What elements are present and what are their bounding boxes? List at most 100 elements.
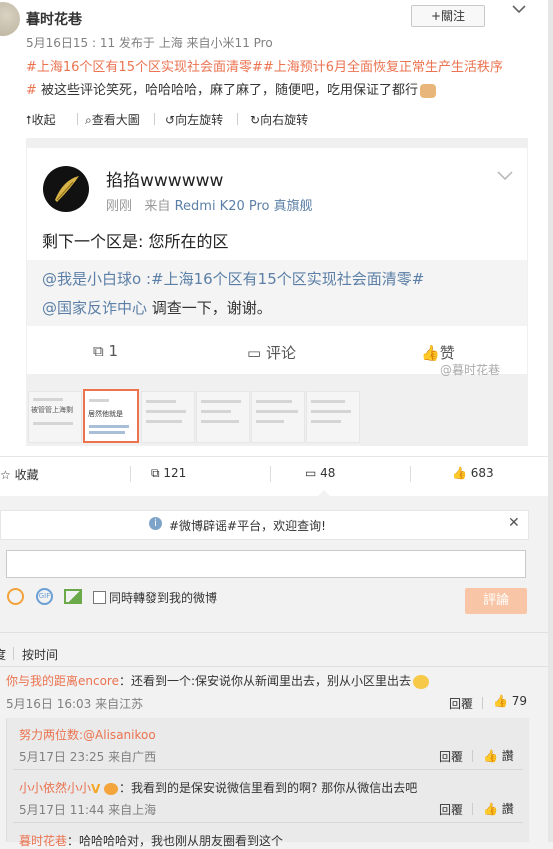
- favorite-button[interactable]: ☆ 收藏: [0, 466, 39, 483]
- action-divider: [130, 466, 131, 482]
- comment-text: ：还看到一个:保安说你从新闻里出去，别从小区里出去: [118, 674, 412, 688]
- reply-separator: [13, 769, 523, 770]
- comment-icon: ▭: [247, 344, 262, 362]
- chevron-down-icon[interactable]: [511, 3, 527, 15]
- image-content-text: 剩下一个区是: 您所在的区: [42, 232, 229, 251]
- vip-badge-icon: V: [91, 781, 101, 796]
- comment-like-button[interactable]: 👍 79: [493, 694, 527, 708]
- collapse-button[interactable]: ⭡收起: [26, 111, 56, 128]
- page-scrollbar[interactable]: [548, 0, 553, 842]
- reply-text: ：我看到的是保安说微信里看到的啊? 那你从微信出去吧: [119, 781, 418, 795]
- action-divider: [410, 466, 411, 482]
- reply-time: 5月17日 23:25 来自广西: [19, 750, 157, 764]
- reply-item-partial: 暮时花巷：哈哈哈哈对，我也刚从朋友圈看到这个: [19, 832, 283, 849]
- toolbar-divider: [237, 113, 238, 125]
- view-large-button[interactable]: ⌕查看大圖: [85, 111, 140, 128]
- sort-divider-vertical: [13, 647, 14, 660]
- sort-by-time[interactable]: 按时间: [22, 646, 58, 663]
- thumbnail-1[interactable]: 被管管上海剩: [28, 391, 82, 443]
- image-user-meta: 刚刚 来自 Redmi K20 Pro 真旗舰: [106, 199, 313, 214]
- thumbs-up-icon: 👍: [452, 466, 467, 480]
- thumbnail-2-selected[interactable]: 居然他就是: [83, 389, 139, 443]
- reply-like-button[interactable]: 👍 讚: [483, 747, 514, 764]
- post-text-line2: # 被这些评论笑死，哈哈哈哈，麻了麻了，随便吧，吃用保证了都行: [26, 79, 437, 98]
- image-watermark: @暮时花巷: [440, 363, 501, 377]
- rotate-right-icon: ↻: [250, 113, 261, 127]
- comment-item: 你与我的距离encore：还看到一个:保安说你从新闻里出去，别从小区里出去: [6, 672, 430, 689]
- action-divider: [270, 466, 271, 482]
- rotate-right-button[interactable]: ↻向右旋转: [250, 111, 308, 128]
- emoji-icon: [420, 83, 437, 98]
- search-icon: ⌕: [85, 113, 92, 127]
- toolbar-divider: [154, 113, 155, 125]
- reply-time: 5月17日 11:44 来自上海: [19, 803, 157, 817]
- emoji-button-icon[interactable]: [7, 588, 24, 605]
- comment-author[interactable]: 你与我的距离encore: [6, 674, 119, 688]
- replies-box: 努力两位数:@Alisanikoo 5月17日 23:25 来自广西 回覆 👍 …: [6, 718, 529, 848]
- image-quote-box: @我是小白球o :#上海16个区有15个区实现社会面清零# @国家反诈中心 调查…: [27, 260, 527, 326]
- image-user-name: 掐掐wwwwww: [106, 171, 224, 191]
- author-avatar[interactable]: [0, 2, 20, 36]
- comment-reply-divider: [482, 697, 483, 709]
- image-comment: ▭ 评论: [247, 344, 296, 362]
- author-name[interactable]: 暮时花巷: [26, 9, 82, 29]
- image-quote-line1: @我是小白球o :#上海16个区有15个区实现社会面清零#: [42, 270, 425, 288]
- comment-icon: ▭: [305, 466, 317, 480]
- like-button[interactable]: 👍 683: [452, 466, 494, 480]
- repost-checkbox[interactable]: [93, 591, 106, 604]
- thumbnail-3[interactable]: [141, 391, 195, 443]
- laugh-emoji-icon: [413, 674, 430, 689]
- toolbar-divider: [77, 113, 78, 125]
- submit-comment-button[interactable]: 評論: [465, 588, 527, 614]
- repost-icon: ⧉: [151, 466, 160, 480]
- reply-reply-button[interactable]: 回覆: [439, 748, 463, 765]
- reply-like-button[interactable]: 👍 讚: [483, 800, 514, 817]
- post-hashtags[interactable]: #上海16个区有15个区实现社会面清零##上海预计6月全面恢复正常生产生活秩序: [26, 56, 503, 75]
- reply-mention[interactable]: :@Alisanikoo: [79, 728, 156, 742]
- reply-item: 小小依然小小V ：我看到的是保安说微信里看到的啊? 那你从微信出去吧: [19, 779, 417, 796]
- notice-text[interactable]: #微博辟谣#平台，欢迎查询!: [169, 517, 326, 534]
- follow-button[interactable]: +關注: [411, 5, 485, 27]
- post-meta: 5月16日15 : 11 发布于 上海 来自小米11 Pro: [26, 36, 273, 50]
- image-button-icon[interactable]: [64, 589, 82, 604]
- reply-reply-button[interactable]: 回覆: [439, 801, 463, 818]
- thumbs-up-icon: 👍: [421, 344, 440, 362]
- repost-button[interactable]: ⧉ 121: [151, 466, 186, 481]
- reply-divider: [472, 803, 473, 815]
- reply-separator: [13, 822, 523, 823]
- comment-reply-button[interactable]: 回覆: [449, 695, 473, 712]
- reply-divider: [472, 750, 473, 762]
- notice-banner: i #微博辟谣#平台，欢迎查询! ✕: [0, 510, 529, 540]
- emoji-icon: [104, 782, 119, 795]
- sort-by-popularity[interactable]: 度: [0, 646, 6, 663]
- reply-author[interactable]: 努力两位数: [19, 728, 79, 742]
- image-like: 👍赞: [421, 344, 455, 362]
- repost-icon: ⧉: [93, 342, 104, 360]
- thumbs-up-icon: 👍: [493, 694, 508, 708]
- rotate-left-icon: ↺: [165, 113, 176, 127]
- comment-button[interactable]: ▭ 48: [305, 466, 335, 480]
- post-tag-fragment[interactable]: #: [26, 83, 37, 98]
- reply-item: 努力两位数:@Alisanikoo: [19, 726, 156, 743]
- reply-author[interactable]: 暮时花巷: [19, 834, 67, 848]
- star-icon: ☆: [0, 468, 11, 482]
- image-quote-line2: @国家反诈中心 调查一下，谢谢。: [42, 299, 272, 317]
- close-icon[interactable]: ✕: [508, 515, 520, 531]
- rotate-left-button[interactable]: ↺向左旋转: [165, 111, 223, 128]
- image-user-avatar: [43, 166, 89, 212]
- thumbs-up-icon: 👍: [483, 802, 498, 816]
- repost-checkbox-label[interactable]: 同時轉發到我的微博: [109, 589, 217, 606]
- image-device: Redmi K20 Pro 真旗舰: [174, 199, 313, 214]
- sort-divider: [0, 666, 548, 667]
- thumbnail-6[interactable]: [306, 391, 360, 443]
- weibo-post-card: 暮时花巷 5月16日15 : 11 发布于 上海 来自小米11 Pro +關注 …: [0, 0, 548, 848]
- reply-author[interactable]: 小小依然小小: [19, 781, 91, 795]
- image-chevron-icon: [496, 170, 514, 182]
- info-icon: i: [149, 517, 162, 530]
- thumbnail-5[interactable]: [251, 391, 305, 443]
- comment-input[interactable]: [6, 550, 526, 578]
- follow-label: +關注: [430, 9, 466, 23]
- gif-button-icon[interactable]: GIF: [36, 588, 53, 605]
- post-image[interactable]: 掐掐wwwwww 刚刚 来自 Redmi K20 Pro 真旗舰 剩下一个区是:…: [27, 148, 527, 374]
- thumbnail-4[interactable]: [196, 391, 250, 443]
